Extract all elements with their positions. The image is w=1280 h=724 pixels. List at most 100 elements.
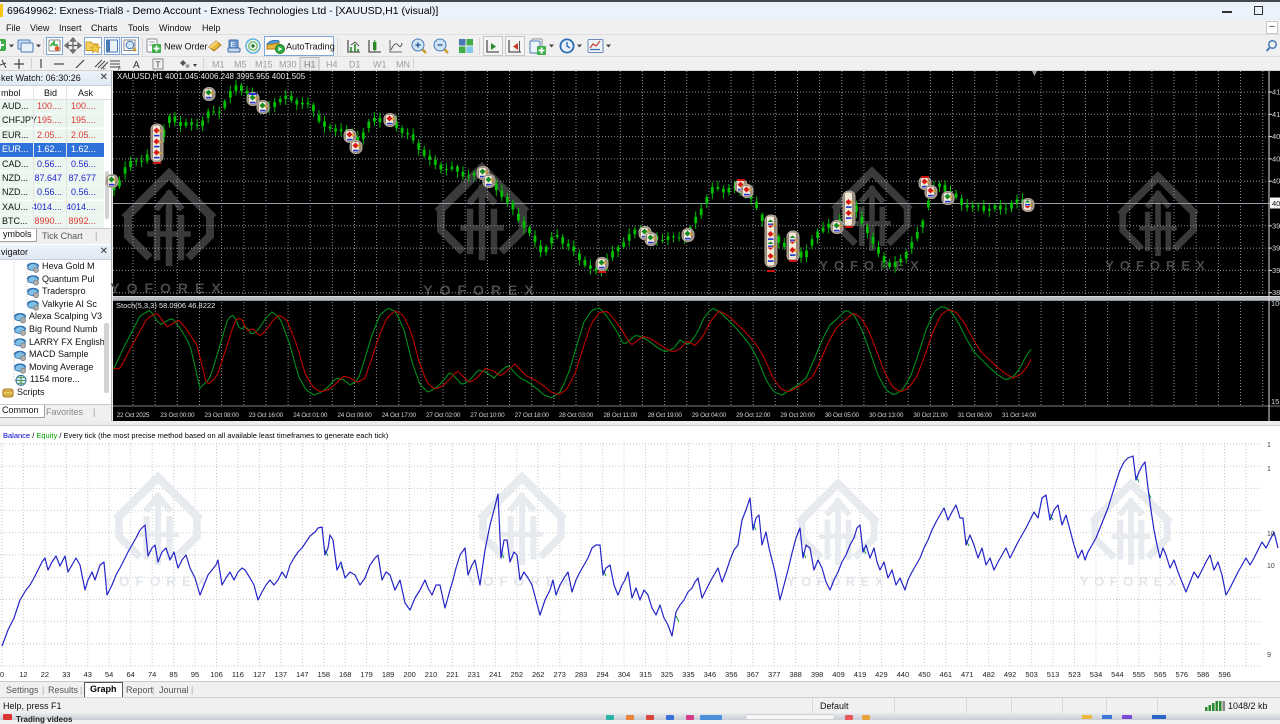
svg-text:28 Oct 03:00: 28 Oct 03:00	[559, 412, 594, 419]
svg-text:24 Oct 01:00: 24 Oct 01:00	[293, 412, 328, 419]
svg-text:523: 523	[1068, 670, 1081, 679]
svg-text:503: 503	[1025, 670, 1038, 679]
svg-text:127: 127	[253, 670, 266, 679]
svg-text:28 Oct 11:00: 28 Oct 11:00	[603, 412, 637, 419]
svg-text:74: 74	[148, 670, 156, 679]
svg-text:325: 325	[661, 670, 674, 679]
svg-text:461: 461	[940, 670, 953, 679]
svg-text:10: 10	[1267, 563, 1275, 570]
svg-text:210: 210	[425, 670, 438, 679]
svg-text:27 Oct 18:00: 27 Oct 18:00	[515, 412, 550, 419]
svg-text:294: 294	[596, 670, 609, 679]
svg-text:30 Oct 05:00: 30 Oct 05:00	[825, 412, 860, 419]
svg-text:147: 147	[296, 670, 309, 679]
svg-text:M1: M1	[212, 60, 225, 70]
svg-text:283: 283	[575, 670, 588, 679]
svg-text:241: 241	[489, 670, 502, 679]
svg-text:Stoch(5,3,3) 58.0906 46.8222: Stoch(5,3,3) 58.0906 46.8222	[116, 301, 215, 310]
svg-text:64: 64	[127, 670, 135, 679]
svg-text:H4: H4	[326, 60, 338, 70]
svg-text:429: 429	[875, 670, 888, 679]
svg-text:27 Oct 10:00: 27 Oct 10:00	[470, 412, 505, 419]
svg-text:MN: MN	[396, 60, 410, 70]
svg-text:27 Oct 02:00: 27 Oct 02:00	[426, 412, 461, 419]
svg-text:95: 95	[191, 670, 199, 679]
svg-text:158: 158	[318, 670, 331, 679]
svg-text:1: 1	[1267, 442, 1271, 449]
svg-text:M5: M5	[234, 60, 247, 70]
svg-text:XAUUSD,H1 4001.045 4006.248 3: XAUUSD,H1 4001.045 4006.248 3995.955 400…	[117, 72, 306, 81]
svg-text:23 Oct 08:00: 23 Oct 08:00	[204, 412, 239, 419]
svg-text:116: 116	[232, 670, 244, 679]
svg-text:38: 38	[1272, 288, 1280, 297]
svg-text:10: 10	[1267, 531, 1275, 538]
svg-text:100: 100	[1271, 299, 1280, 308]
svg-text:30 Oct 21:00: 30 Oct 21:00	[913, 412, 948, 419]
svg-text:29 Oct 20:00: 29 Oct 20:00	[780, 412, 815, 419]
svg-text:23 Oct 00:00: 23 Oct 00:00	[160, 412, 195, 419]
svg-text:39: 39	[1272, 266, 1280, 275]
svg-text:231: 231	[468, 670, 481, 679]
svg-text:H1: H1	[304, 60, 316, 70]
svg-text:513: 513	[1047, 670, 1060, 679]
svg-text:356: 356	[725, 670, 738, 679]
svg-text:31 Oct 06:00: 31 Oct 06:00	[958, 412, 993, 419]
svg-text:New Order: New Order	[164, 42, 208, 52]
svg-text:534: 534	[1090, 670, 1103, 679]
svg-text:A: A	[133, 60, 140, 71]
svg-text:252: 252	[511, 670, 524, 679]
svg-text:0: 0	[0, 670, 4, 679]
svg-text:24 Oct 17:00: 24 Oct 17:00	[382, 412, 417, 419]
svg-text:54: 54	[105, 670, 113, 679]
svg-text:D1: D1	[349, 60, 361, 70]
svg-text:221: 221	[446, 670, 459, 679]
svg-text:262: 262	[532, 670, 545, 679]
svg-text:AutoTrading: AutoTrading	[286, 42, 335, 52]
svg-text:YOFOREX: YOFOREX	[1080, 574, 1182, 589]
svg-text:29 Oct 12:00: 29 Oct 12:00	[736, 412, 771, 419]
svg-text:367: 367	[747, 670, 760, 679]
svg-text:41: 41	[1272, 88, 1280, 97]
svg-text:544: 544	[1111, 670, 1124, 679]
svg-text:200: 200	[403, 670, 416, 679]
svg-text:23 Oct 16:00: 23 Oct 16:00	[249, 412, 284, 419]
svg-text:137: 137	[275, 670, 288, 679]
svg-text:T: T	[156, 61, 161, 70]
svg-text:31 Oct 14:00: 31 Oct 14:00	[1002, 412, 1037, 419]
svg-text:29 Oct 04:00: 29 Oct 04:00	[692, 412, 727, 419]
svg-text:28 Oct 19:00: 28 Oct 19:00	[647, 412, 682, 419]
svg-text:40: 40	[1272, 132, 1280, 141]
svg-text:168: 168	[339, 670, 352, 679]
svg-text:22 Oct 2025: 22 Oct 2025	[117, 412, 150, 419]
svg-text:30 Oct 13:00: 30 Oct 13:00	[869, 412, 904, 419]
svg-text:YOFOREX: YOFOREX	[423, 282, 540, 298]
svg-text:273: 273	[553, 670, 566, 679]
svg-text:346: 346	[704, 670, 717, 679]
svg-text:85: 85	[169, 670, 177, 679]
svg-text:440: 440	[897, 670, 910, 679]
svg-text:492: 492	[1004, 670, 1017, 679]
svg-text:M15: M15	[255, 60, 273, 70]
svg-text:304: 304	[618, 670, 631, 679]
svg-text:M30: M30	[279, 60, 297, 70]
svg-text:22: 22	[41, 670, 49, 679]
svg-text:40: 40	[1272, 199, 1280, 208]
svg-text:33: 33	[62, 670, 70, 679]
svg-text:450: 450	[918, 670, 931, 679]
svg-text:E: E	[231, 42, 236, 49]
svg-text:40: 40	[1272, 154, 1280, 163]
svg-text:419: 419	[854, 670, 867, 679]
svg-text:Balance / Equity / Every tick: Balance / Equity / Every tick (the most …	[3, 431, 389, 440]
svg-text:565: 565	[1154, 670, 1167, 679]
svg-text:24 Oct 09:00: 24 Oct 09:00	[337, 412, 372, 419]
svg-text:471: 471	[961, 670, 974, 679]
svg-text:596: 596	[1218, 670, 1231, 679]
svg-text:576: 576	[1176, 670, 1189, 679]
svg-text:40: 40	[1272, 177, 1280, 186]
svg-text:39: 39	[1272, 221, 1280, 230]
svg-text:335: 335	[682, 670, 695, 679]
svg-text:1: 1	[1267, 466, 1271, 473]
svg-text:482: 482	[982, 670, 995, 679]
svg-text:41: 41	[1272, 110, 1280, 119]
svg-text:398: 398	[811, 670, 824, 679]
